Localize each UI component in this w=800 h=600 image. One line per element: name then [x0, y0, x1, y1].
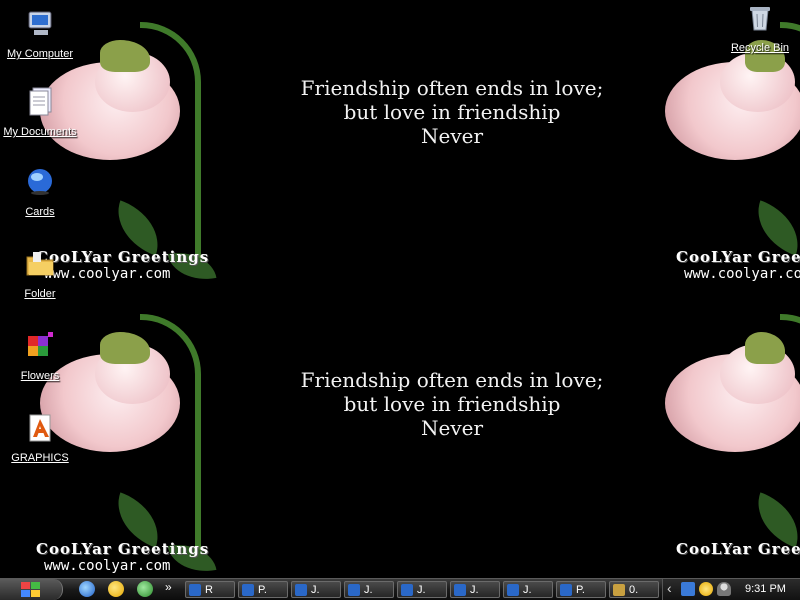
recycle-bin-icon: [744, 2, 776, 34]
messenger-icon[interactable]: [108, 581, 124, 597]
wallpaper-quote: Friendship often ends in love; but love …: [300, 76, 604, 148]
start-button[interactable]: [0, 579, 63, 600]
messenger-icon[interactable]: [699, 582, 713, 596]
taskbar-button[interactable]: J.: [291, 581, 341, 598]
contacts-icon[interactable]: [137, 581, 153, 597]
greeting-brand: CooLYar Greetings: [36, 540, 210, 558]
cube-icon: [24, 330, 56, 362]
ie-icon: [295, 584, 307, 596]
folder-icon: [24, 248, 56, 280]
ie-icon: [454, 584, 466, 596]
wallpaper-tile: CooLYar Greetings www.coolyar.com CooLYa…: [0, 292, 800, 578]
desktop-icon-cards[interactable]: Cards: [0, 166, 80, 220]
desktop-icon-folder[interactable]: Folder: [0, 248, 80, 302]
desktop-icon-recycle-bin[interactable]: Recycle Bin: [720, 2, 800, 56]
greeting-brand: CooLYar Greetings: [676, 248, 800, 266]
ie-icon: [401, 584, 413, 596]
my-computer-icon: [24, 8, 56, 40]
globe-icon: [24, 166, 56, 198]
windows-logo-icon: [21, 582, 40, 597]
taskbar-button[interactable]: J.: [503, 581, 553, 598]
network-icon[interactable]: [681, 582, 695, 596]
taskbar: » R P. J. J. J. J. J. P. 0. ‹ 9:31 PM: [0, 578, 800, 600]
system-tray: ‹ 9:31 PM: [662, 579, 800, 600]
tray-expand-button[interactable]: ‹: [667, 580, 672, 596]
ie-icon: [560, 584, 572, 596]
ie-icon: [242, 584, 254, 596]
ie-icon: [348, 584, 360, 596]
desktop-icon-graphics[interactable]: GRAPHICS: [0, 412, 80, 466]
graphics-icon: [24, 412, 56, 444]
ie-icon: [189, 584, 201, 596]
clock[interactable]: 9:31 PM: [745, 583, 786, 595]
greeting-url: www.coolyar.com: [684, 266, 800, 282]
taskbar-button[interactable]: P.: [238, 581, 288, 598]
tool-icon: [613, 584, 625, 596]
user-icon[interactable]: [717, 582, 731, 596]
taskbar-button[interactable]: 0.: [609, 581, 659, 598]
desktop-icon-my-computer[interactable]: My Computer: [0, 8, 80, 62]
my-documents-icon: [24, 86, 56, 118]
ie-icon: [507, 584, 519, 596]
wallpaper-quote: Friendship often ends in love; but love …: [300, 368, 604, 440]
greeting-url: www.coolyar.com: [44, 558, 171, 574]
wallpaper-tile: CooLYar Greetings www.coolyar.com CooLYa…: [0, 0, 800, 292]
taskbar-button[interactable]: R: [185, 581, 235, 598]
taskbar-button[interactable]: J.: [397, 581, 447, 598]
rose-image: [640, 292, 800, 578]
desktop: CooLYar Greetings www.coolyar.com CooLYa…: [0, 0, 800, 578]
taskbar-button[interactable]: J.: [450, 581, 500, 598]
quick-launch-overflow[interactable]: »: [165, 580, 172, 594]
ie-icon[interactable]: [79, 581, 95, 597]
desktop-icon-flowers[interactable]: Flowers: [0, 330, 80, 384]
greeting-brand: CooLYar Greetings: [676, 540, 800, 558]
desktop-icon-my-documents[interactable]: My Documents: [0, 86, 80, 140]
taskbar-button[interactable]: P.: [556, 581, 606, 598]
taskbar-button[interactable]: J.: [344, 581, 394, 598]
